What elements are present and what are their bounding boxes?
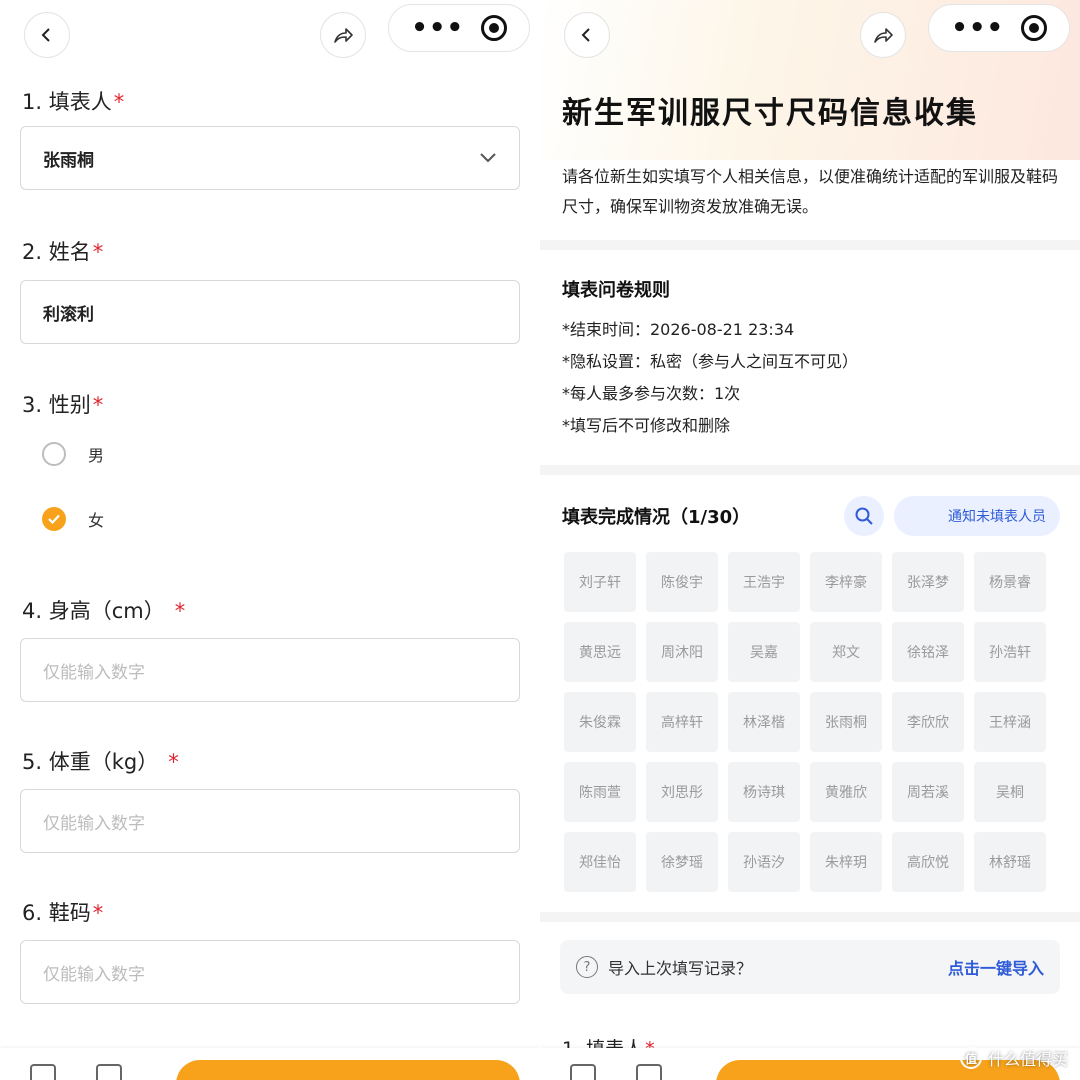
close-target-icon[interactable] <box>480 15 507 41</box>
participant-chip[interactable]: 周若溪 <box>892 762 964 822</box>
chevron-left-icon <box>581 28 590 42</box>
bottom-toolbar <box>0 1048 540 1080</box>
name-input[interactable]: 利滚利 <box>20 280 520 344</box>
weight-input[interactable]: 仅能输入数字 <box>20 789 520 853</box>
participant-chip[interactable]: 黄思远 <box>564 622 636 682</box>
section-divider <box>540 465 1080 475</box>
form-panel: ••• 1. 填表人* 张雨桐 2. 姓名* 利滚利 3. 性别* 男 女 4.… <box>0 0 540 1080</box>
participant-chip[interactable]: 张泽梦 <box>892 552 964 612</box>
participant-chip[interactable]: 林舒瑶 <box>974 832 1046 892</box>
share-icon <box>874 28 893 43</box>
gender-option-label: 女 <box>88 511 105 530</box>
participant-chip[interactable]: 孙浩轩 <box>974 622 1046 682</box>
participant-chip[interactable]: 朱俊霖 <box>564 692 636 752</box>
rule-item: *填写后不可修改和删除 <box>562 416 731 435</box>
participant-chip[interactable]: 王浩宇 <box>728 552 800 612</box>
participant-chip[interactable]: 郑佳怡 <box>564 832 636 892</box>
question-5-label: 5. 体重（kg） * <box>22 750 179 774</box>
question-2-label: 2. 姓名* <box>22 240 104 264</box>
radio-checked-icon <box>42 507 66 531</box>
import-record-bar: ? 导入上次填写记录？ 点击一键导入 <box>560 940 1060 994</box>
participant-chip[interactable]: 黄雅欣 <box>810 762 882 822</box>
watermark-logo-icon: 值 <box>959 1047 982 1069</box>
more-icon[interactable]: ••• <box>411 15 464 41</box>
radio-unchecked-icon <box>42 442 66 466</box>
notify-unfilled-button[interactable]: 通知未填表人员 <box>894 496 1060 536</box>
home-icon[interactable] <box>30 1064 56 1080</box>
filler-select[interactable]: 张雨桐 <box>20 126 520 190</box>
question-4-label: 4. 身高（cm） * <box>22 599 186 623</box>
chevron-down-icon <box>480 153 496 163</box>
participant-chip[interactable]: 吴桐 <box>974 762 1046 822</box>
participant-chip[interactable]: 陈雨萱 <box>564 762 636 822</box>
completion-status-title: 填表完成情况（1/30） <box>562 507 751 528</box>
share-button[interactable] <box>860 12 906 58</box>
question-6-label: 6. 鞋码* <box>22 901 104 925</box>
import-prompt: 导入上次填写记录？ <box>608 959 753 978</box>
participant-chip[interactable]: 郑文 <box>810 622 882 682</box>
participant-chip[interactable]: 周沐阳 <box>646 622 718 682</box>
submit-button[interactable] <box>176 1060 520 1080</box>
participant-chip[interactable]: 孙语汐 <box>728 832 800 892</box>
gender-option-male[interactable]: 男 <box>42 442 104 466</box>
back-button[interactable] <box>564 12 610 58</box>
home-icon[interactable] <box>570 1064 596 1080</box>
mini-program-capsule: ••• <box>388 4 530 52</box>
participant-chip[interactable]: 高梓轩 <box>646 692 718 752</box>
participant-chip[interactable]: 刘子轩 <box>564 552 636 612</box>
survey-info-panel: ••• 新生军训服尺寸尺码信息收集 请各位新生如实填写个人相关信息，以便准确统计… <box>540 0 1080 1080</box>
search-button[interactable] <box>844 496 884 536</box>
gender-option-female[interactable]: 女 <box>42 507 104 531</box>
rule-item: *隐私设置：私密（参与人之间互不可见） <box>562 352 859 371</box>
import-link[interactable]: 点击一键导入 <box>948 955 1044 979</box>
back-button[interactable] <box>24 12 70 58</box>
participant-chip[interactable]: 徐梦瑶 <box>646 832 718 892</box>
share-icon <box>334 28 353 43</box>
name-input-value: 利滚利 <box>43 304 94 325</box>
watermark: 值 什么值得买 <box>959 1046 1068 1070</box>
save-icon[interactable] <box>96 1064 122 1080</box>
participant-chip[interactable]: 刘思彤 <box>646 762 718 822</box>
gender-option-label: 男 <box>88 446 105 465</box>
rules-title: 填表问卷规则 <box>562 280 670 301</box>
filler-select-value: 张雨桐 <box>43 150 94 171</box>
participant-chip[interactable]: 吴嘉 <box>728 622 800 682</box>
participant-chip[interactable]: 林泽楷 <box>728 692 800 752</box>
participant-chip[interactable]: 李欣欣 <box>892 692 964 752</box>
question-3-label: 3. 性别* <box>22 393 104 417</box>
more-icon[interactable]: ••• <box>951 15 1004 41</box>
participant-chip[interactable]: 高欣悦 <box>892 832 964 892</box>
share-button[interactable] <box>320 12 366 58</box>
search-icon <box>855 507 873 525</box>
question-1-label: 1. 填表人* <box>22 90 125 114</box>
help-icon: ? <box>576 956 598 978</box>
close-target-icon[interactable] <box>1020 15 1047 41</box>
section-divider <box>540 240 1080 250</box>
height-input[interactable]: 仅能输入数字 <box>20 638 520 702</box>
participant-chip[interactable]: 张雨桐 <box>810 692 882 752</box>
chevron-left-icon <box>41 28 50 42</box>
rule-item: *结束时间：2026-08-21 23:34 <box>562 320 795 339</box>
save-icon[interactable] <box>636 1064 662 1080</box>
shoe-size-input[interactable]: 仅能输入数字 <box>20 940 520 1004</box>
participant-chip[interactable]: 徐铭泽 <box>892 622 964 682</box>
mini-program-capsule: ••• <box>928 4 1070 52</box>
participant-chip[interactable]: 李梓豪 <box>810 552 882 612</box>
page-title: 新生军训服尺寸尺码信息收集 <box>562 96 978 131</box>
section-divider <box>540 912 1080 922</box>
participant-chip[interactable]: 杨景睿 <box>974 552 1046 612</box>
participant-grid: 刘子轩 陈俊宇 王浩宇 李梓豪 张泽梦 杨景睿黄思远 周沐阳 吴嘉 郑文 徐铭泽 孙浩轩朱俊霖 高梓轩… <box>564 552 1046 892</box>
participant-chip[interactable]: 陈俊宇 <box>646 552 718 612</box>
rule-item: *每人最多参与次数：1次 <box>562 384 741 403</box>
survey-description: 请各位新生如实填写个人相关信息，以便准确统计适配的军训服及鞋码尺寸，确保军训物资… <box>562 167 1059 216</box>
participant-chip[interactable]: 杨诗琪 <box>728 762 800 822</box>
participant-chip[interactable]: 朱梓玥 <box>810 832 882 892</box>
participant-chip[interactable]: 王梓涵 <box>974 692 1046 752</box>
